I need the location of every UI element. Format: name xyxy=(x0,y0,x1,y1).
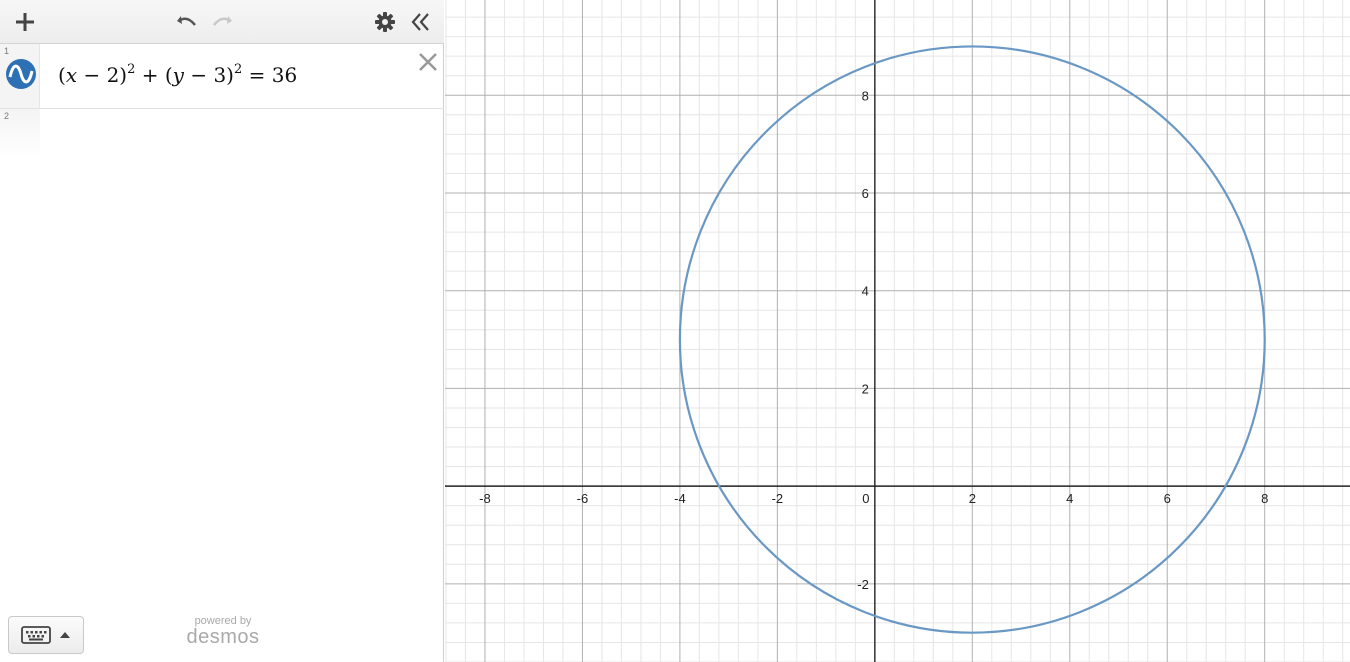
delete-expression-icon[interactable] xyxy=(416,50,440,74)
x-tick-label: 4 xyxy=(1066,491,1073,506)
math-term: − 3) xyxy=(183,63,234,87)
math-paren: ( xyxy=(58,63,66,87)
axes xyxy=(445,0,1350,662)
expression-row[interactable]: 1 (x − 2)2 + (y − 3)2 = 36 xyxy=(0,44,444,109)
graph-paper[interactable]: -8 -6 -4 -2 0 2 4 6 8 -2 2 4 6 8 xyxy=(445,0,1350,662)
expression-panel: 1 (x − 2)2 + (y − 3)2 = 36 2 powered by … xyxy=(0,0,444,662)
expression-gutter: 1 xyxy=(0,44,40,108)
y-tick-label: 2 xyxy=(862,381,869,396)
expression-index: 2 xyxy=(4,111,10,121)
tick-labels: -8 -6 -4 -2 0 2 4 6 8 -2 2 4 6 8 xyxy=(479,88,1268,592)
y-tick-label: -2 xyxy=(857,577,869,592)
keypad-toggle-button[interactable] xyxy=(8,616,84,654)
expression-math[interactable]: (x − 2)2 + (y − 3)2 = 36 xyxy=(58,63,297,87)
powered-by-desmos[interactable]: powered by desmos xyxy=(183,615,263,647)
x-tick-label: 6 xyxy=(1164,491,1171,506)
math-term: = 36 xyxy=(242,63,298,87)
minor-gridlines xyxy=(445,0,1350,662)
plus-icon xyxy=(16,13,34,31)
undo-icon xyxy=(177,16,196,26)
gear-icon xyxy=(375,12,395,32)
expression-gutter: 2 xyxy=(0,109,40,159)
x-tick-label: -6 xyxy=(577,491,589,506)
y-tick-label: 4 xyxy=(862,284,869,299)
add-item-button[interactable] xyxy=(10,7,40,37)
empty-expression-row[interactable]: 2 xyxy=(0,109,444,159)
x-tick-label: 0 xyxy=(862,491,869,506)
expression-toolbar xyxy=(0,0,444,44)
redo-icon xyxy=(213,16,232,26)
math-y: y xyxy=(172,63,184,87)
x-tick-label: -2 xyxy=(772,491,784,506)
expression-index: 1 xyxy=(4,46,10,56)
caret-up-icon xyxy=(60,632,70,638)
y-tick-label: 6 xyxy=(862,186,869,201)
math-exponent: 2 xyxy=(233,62,243,77)
desmos-logo: desmos xyxy=(186,626,260,648)
math-term: − 2) xyxy=(77,63,128,87)
math-x: x xyxy=(65,63,78,87)
x-tick-label: 8 xyxy=(1261,491,1268,506)
double-chevron-left-icon xyxy=(411,13,429,31)
settings-button[interactable] xyxy=(370,7,400,37)
keyboard-icon xyxy=(21,626,51,644)
x-tick-label: 2 xyxy=(969,491,976,506)
major-gridlines xyxy=(445,0,1350,662)
math-term: + ( xyxy=(135,63,173,87)
graph-style-icon[interactable] xyxy=(5,58,37,90)
y-tick-label: 8 xyxy=(862,88,869,103)
x-tick-label: -8 xyxy=(479,491,491,506)
redo-button[interactable] xyxy=(208,7,238,37)
x-tick-label: -4 xyxy=(674,491,686,506)
collapse-panel-button[interactable] xyxy=(406,7,436,37)
undo-button[interactable] xyxy=(171,7,201,37)
